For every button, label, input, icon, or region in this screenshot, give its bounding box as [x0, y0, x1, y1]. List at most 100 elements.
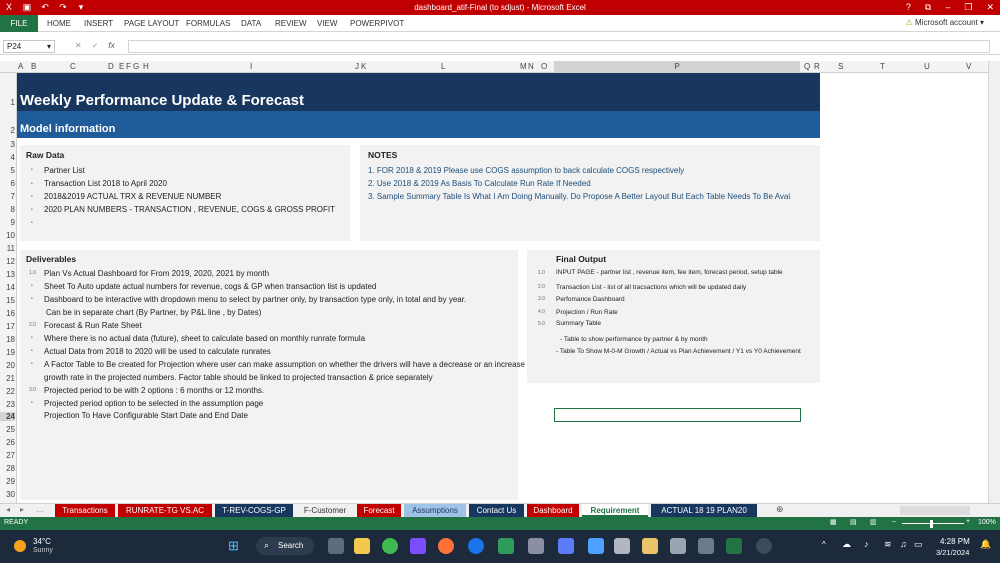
tab-home[interactable]: HOME	[47, 19, 71, 28]
battery-icon[interactable]: ▭	[914, 539, 923, 550]
app-icon[interactable]	[382, 538, 398, 554]
column-header[interactable]: G	[133, 62, 139, 71]
search-box[interactable]: ⌕ Search	[256, 537, 314, 555]
column-header[interactable]: I	[250, 62, 252, 71]
row-header[interactable]: 12	[0, 257, 15, 266]
close-button[interactable]: ✕	[986, 2, 994, 13]
zoom-slider-thumb[interactable]	[930, 520, 933, 528]
zoom-slider[interactable]	[902, 523, 964, 524]
formula-input[interactable]	[128, 40, 990, 53]
mic-icon[interactable]: ♪	[864, 539, 869, 549]
column-header[interactable]: E	[119, 62, 124, 71]
row-header[interactable]: 21	[0, 374, 15, 383]
app-icon[interactable]	[528, 538, 544, 554]
file-tab[interactable]: FILE	[0, 15, 38, 32]
row-header[interactable]: 3	[0, 140, 15, 149]
sheet-tab-actual[interactable]: ACTUAL 18 19 PLAN20	[651, 504, 757, 517]
add-sheet-icon[interactable]: ⊕	[776, 504, 784, 515]
notification-icon[interactable]: 🔔	[980, 539, 991, 550]
column-header[interactable]: D	[108, 62, 114, 71]
row-header[interactable]: 5	[0, 166, 15, 175]
vertical-scrollbar[interactable]	[988, 61, 1000, 503]
zoom-in-icon[interactable]: +	[966, 518, 970, 525]
app-icon[interactable]	[670, 538, 686, 554]
row-header[interactable]: 13	[0, 270, 15, 279]
row-header[interactable]: 7	[0, 192, 15, 201]
column-header[interactable]: U	[924, 62, 930, 71]
column-header[interactable]: N	[528, 62, 534, 71]
zoom-out-icon[interactable]: –	[892, 518, 896, 525]
tab-data[interactable]: DATA	[241, 19, 261, 28]
column-header[interactable]: F	[126, 62, 131, 71]
app-icon[interactable]	[498, 538, 514, 554]
row-header[interactable]: 2	[0, 126, 15, 135]
row-header[interactable]: 4	[0, 153, 15, 162]
minimize-button[interactable]: –	[945, 2, 950, 13]
row-header[interactable]: 29	[0, 477, 15, 486]
windows-start-icon[interactable]: ⊞	[228, 538, 239, 554]
column-header[interactable]: A	[18, 62, 23, 71]
clock-time[interactable]: 4:28 PM	[940, 537, 970, 546]
app-icon[interactable]	[614, 538, 630, 554]
row-header[interactable]: 26	[0, 438, 15, 447]
row-header[interactable]: 8	[0, 205, 15, 214]
enter-icon[interactable]: ✓	[92, 41, 99, 50]
chrome-icon[interactable]	[468, 538, 484, 554]
column-header-selected[interactable]: P	[554, 61, 800, 72]
name-box[interactable]: P24 ▾	[3, 40, 55, 53]
row-header[interactable]: 14	[0, 283, 15, 292]
row-header[interactable]: 28	[0, 464, 15, 473]
column-header[interactable]: V	[966, 62, 971, 71]
row-header[interactable]: 27	[0, 451, 15, 460]
row-header[interactable]: 20	[0, 361, 15, 370]
visual-studio-icon[interactable]	[410, 538, 426, 554]
app-icon[interactable]	[756, 538, 772, 554]
row-header[interactable]: 10	[0, 231, 15, 240]
insert-function-button[interactable]: fx	[108, 41, 114, 50]
column-header[interactable]: T	[880, 62, 885, 71]
app-icon[interactable]	[558, 538, 574, 554]
restore-button[interactable]: ❐	[964, 2, 972, 13]
row-header[interactable]: 1	[0, 98, 15, 107]
row-header[interactable]: 17	[0, 322, 15, 331]
page-break-view-icon[interactable]: ▥	[870, 518, 877, 526]
sheet-tab-contact-us[interactable]: Contact Us	[469, 504, 524, 517]
tab-view[interactable]: VIEW	[317, 19, 337, 28]
tab-powerpivot[interactable]: POWERPIVOT	[350, 19, 404, 28]
column-header[interactable]: O	[541, 62, 547, 71]
app-icon[interactable]	[588, 538, 604, 554]
selected-cell[interactable]	[554, 408, 801, 422]
speaker-icon[interactable]: ♫	[900, 539, 907, 549]
column-header[interactable]: M	[520, 62, 527, 71]
sheet-tab-f-customer[interactable]: F-Customer	[296, 504, 354, 517]
sheet-tab-t-rev[interactable]: T-REV-COGS-GP	[215, 504, 293, 517]
row-header[interactable]: 6	[0, 179, 15, 188]
scroll-right-icon[interactable]: ▸	[20, 505, 24, 514]
sheet-tab-dashboard[interactable]: Dashboard	[527, 504, 579, 517]
row-header[interactable]: 22	[0, 387, 15, 396]
column-header[interactable]: R	[814, 62, 820, 71]
tab-page-layout[interactable]: PAGE LAYOUT	[124, 19, 179, 28]
app-icon[interactable]	[642, 538, 658, 554]
tab-review[interactable]: REVIEW	[275, 19, 307, 28]
cloud-icon[interactable]: ☁	[842, 539, 851, 550]
page-layout-view-icon[interactable]: ▤	[850, 518, 857, 526]
column-header[interactable]: B	[31, 62, 36, 71]
row-header[interactable]: 15	[0, 296, 15, 305]
excel-taskbar-icon[interactable]	[726, 538, 742, 554]
account-menu[interactable]: ⚠ Microsoft account ▾	[906, 18, 984, 27]
tab-insert[interactable]: INSERT	[84, 19, 113, 28]
column-header[interactable]: H	[143, 62, 149, 71]
sheet-tab-runrate[interactable]: RUNRATE-TG VS.AC	[118, 504, 212, 517]
calculator-icon[interactable]	[698, 538, 714, 554]
file-explorer-icon[interactable]	[354, 538, 370, 554]
cancel-icon[interactable]: ✕	[75, 41, 82, 50]
chevron-up-icon[interactable]: ^	[822, 540, 826, 549]
column-header[interactable]: S	[838, 62, 843, 71]
row-header[interactable]: 25	[0, 425, 15, 434]
column-header[interactable]: L	[441, 62, 445, 71]
row-header[interactable]: 9	[0, 218, 15, 227]
help-button[interactable]: ?	[906, 2, 911, 13]
row-header[interactable]: 23	[0, 400, 15, 409]
firefox-icon[interactable]	[438, 538, 454, 554]
